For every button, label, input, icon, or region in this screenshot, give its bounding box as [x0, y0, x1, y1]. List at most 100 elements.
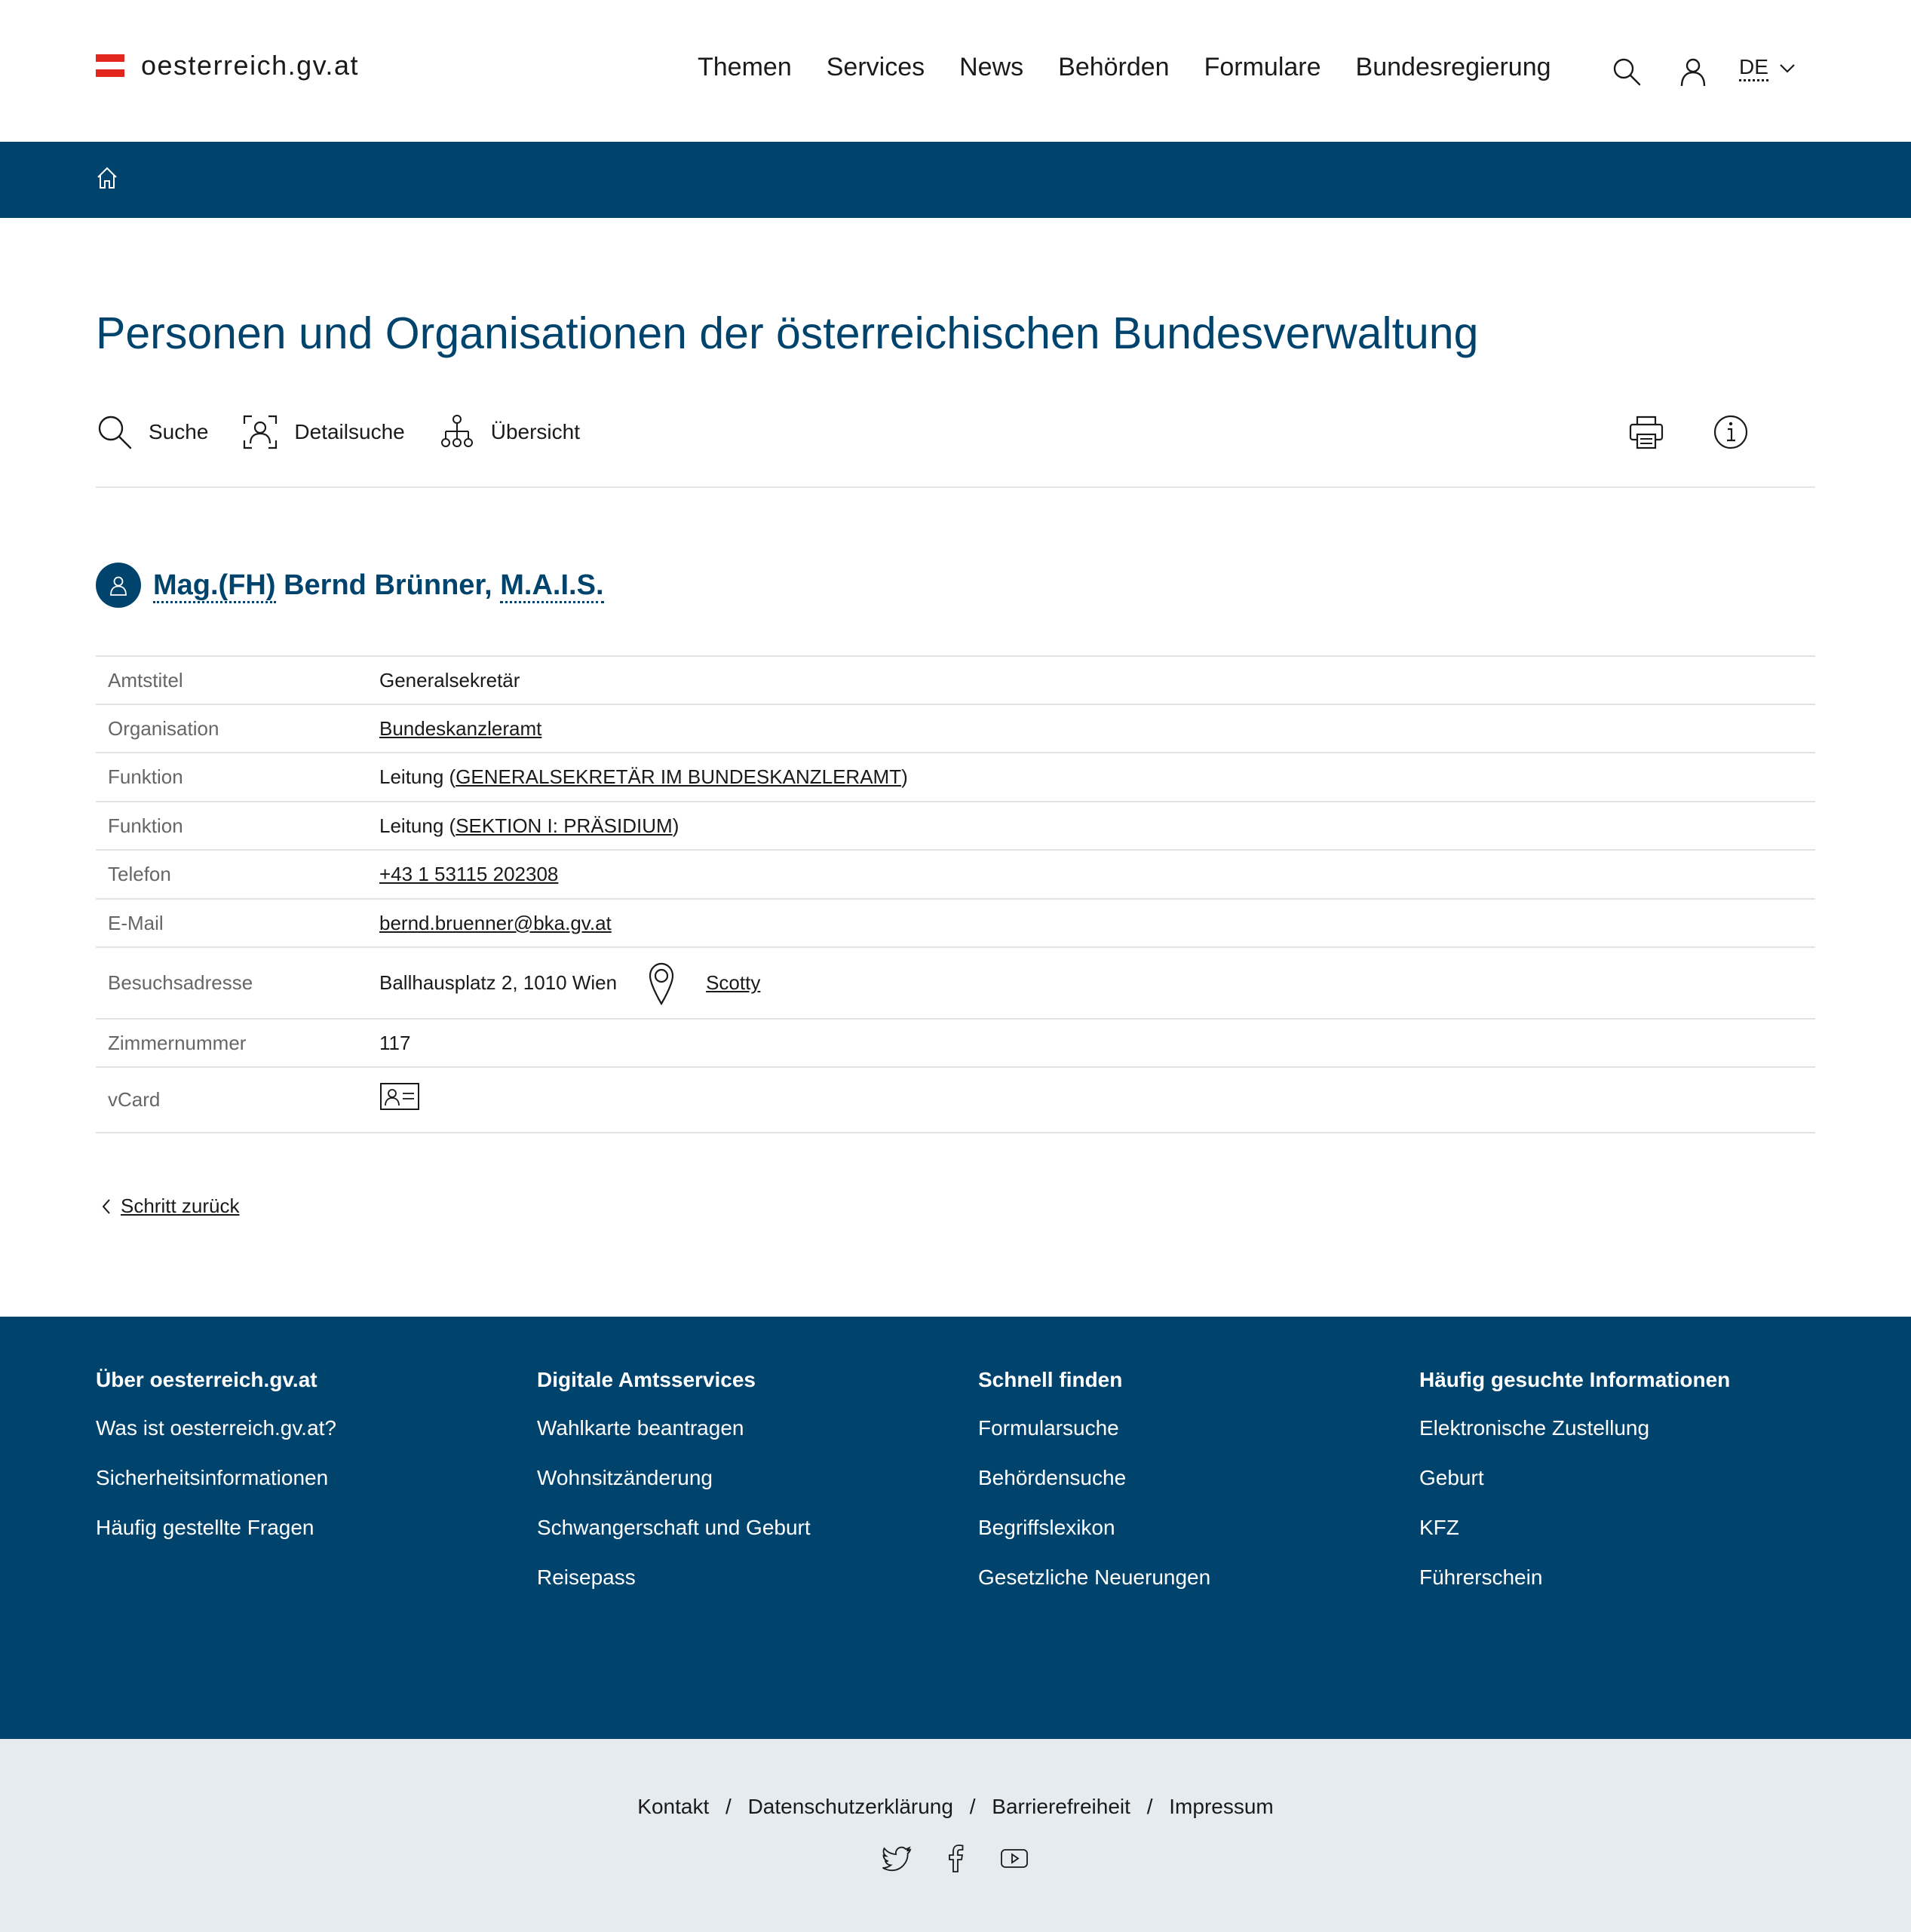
footer-link[interactable]: Reisepass: [537, 1566, 811, 1590]
adresse-label: Besuchsadresse: [108, 971, 253, 994]
footer-link[interactable]: Häufig gestellte Fragen: [96, 1516, 336, 1540]
youtube-icon[interactable]: [999, 1843, 1029, 1873]
email-link[interactable]: bernd.bruenner@bka.gv.at: [379, 912, 612, 934]
footer-link[interactable]: Geburt: [1419, 1466, 1730, 1490]
footer-link[interactable]: Wahlkarte beantragen: [537, 1416, 811, 1440]
footer-col-services: Digitale Amtsservices Wahlkarte beantrag…: [537, 1368, 811, 1615]
amtstitel-label: Amtstitel: [108, 668, 183, 692]
scotty-link[interactable]: Scotty: [706, 971, 760, 995]
footer-col-title: Häufig gesuchte Informationen: [1419, 1368, 1731, 1391]
footer-link[interactable]: Begriffslexikon: [978, 1516, 1210, 1540]
footer-link[interactable]: Gesetzliche Neuerungen: [978, 1566, 1210, 1590]
person-details-table: Amtstitel Generalsekretär Organisation B…: [96, 655, 1815, 1133]
overview-tool[interactable]: Übersicht: [438, 413, 580, 451]
toolbar: Suche Detailsuche Übersicht: [96, 413, 613, 451]
nav-news[interactable]: News: [959, 53, 1023, 82]
austria-flag-icon: [96, 54, 124, 77]
table-row: E-Mail bernd.bruenner@bka.gv.at: [96, 899, 1815, 947]
search-icon: [98, 416, 132, 449]
detail-search-label: Detailsuche: [294, 420, 405, 443]
footer-col-frequent: Häufig gesuchte Informationen Elektronis…: [1419, 1368, 1730, 1615]
legal-links: Kontakt / Datenschutzerklärung / Barrier…: [0, 1795, 1911, 1819]
legal-footer: Kontakt / Datenschutzerklärung / Barrier…: [0, 1739, 1911, 1932]
search-tool[interactable]: Suche: [96, 413, 208, 451]
footer-col-about: Über oesterreich.gv.at Was ist oesterrei…: [96, 1368, 336, 1566]
org-chart-icon: [440, 415, 473, 447]
print-icon[interactable]: [1627, 413, 1665, 451]
footer-link[interactable]: Behördensuche: [978, 1466, 1210, 1490]
table-row: Telefon +43 1 53115 202308: [96, 850, 1815, 899]
funktion-value: Leitung (SEKTION I: PRÄSIDIUM): [379, 802, 1815, 850]
footer-link[interactable]: Sicherheitsinformationen: [96, 1466, 336, 1490]
user-icon[interactable]: [1677, 56, 1709, 87]
info-icon[interactable]: [1712, 413, 1750, 451]
site-header: oesterreich.gv.at Themen Services News B…: [0, 0, 1911, 142]
funktion-prefix: Leitung (: [379, 814, 456, 837]
facebook-icon[interactable]: [940, 1843, 971, 1873]
search-tool-label: Suche: [149, 420, 209, 443]
footer-link[interactable]: KFZ: [1419, 1516, 1730, 1540]
legal-separator: /: [969, 1795, 976, 1818]
person-name: Mag.(FH) Bernd Brünner, M.A.I.S.: [153, 569, 604, 603]
table-row: Organisation Bundeskanzleramt: [96, 704, 1815, 753]
legal-separator: /: [725, 1795, 732, 1818]
person-full-name: Bernd Brünner,: [284, 569, 492, 601]
footer-link[interactable]: Was ist oesterreich.gv.at?: [96, 1416, 336, 1440]
detail-search-tool[interactable]: Detailsuche: [241, 413, 405, 451]
funktion-label: Funktion: [108, 765, 183, 788]
funktion-suffix: ): [901, 765, 908, 788]
footer-link[interactable]: Führerschein: [1419, 1566, 1730, 1590]
email-label: E-Mail: [108, 911, 164, 934]
page-title: Personen und Organisationen der österrei…: [96, 308, 1479, 358]
legal-link-barrierefreiheit[interactable]: Barrierefreiheit: [992, 1795, 1130, 1818]
overview-label: Übersicht: [490, 420, 580, 443]
legal-link-kontakt[interactable]: Kontakt: [637, 1795, 709, 1818]
organisation-link[interactable]: Bundeskanzleramt: [379, 717, 541, 740]
language-selector[interactable]: DE: [1739, 55, 1796, 81]
funktion-suffix: ): [672, 814, 679, 837]
breadcrumb: [0, 142, 1911, 218]
face-scan-icon: [244, 415, 278, 449]
zimmer-label: Zimmernummer: [108, 1031, 247, 1054]
chevron-down-icon: [1780, 64, 1795, 73]
nav-behoerden[interactable]: Behörden: [1058, 53, 1169, 82]
footer-link[interactable]: Wohnsitzänderung: [537, 1466, 811, 1490]
footer-col-title: Digitale Amtsservices: [537, 1368, 756, 1391]
site-footer: Über oesterreich.gv.at Was ist oesterrei…: [0, 1317, 1911, 1739]
footer-col-title: Über oesterreich.gv.at: [96, 1368, 317, 1391]
funktion-link-generalsekretaer[interactable]: GENERALSEKRETÄR IM BUNDESKANZLERAMT: [456, 765, 901, 788]
funktion-prefix: Leitung (: [379, 765, 456, 788]
chevron-left-icon: [102, 1198, 110, 1214]
legal-separator: /: [1146, 1795, 1153, 1818]
adresse-value: Ballhausplatz 2, 1010 Wien: [379, 971, 618, 994]
zimmer-value: 117: [379, 1031, 411, 1054]
nav-bundesregierung[interactable]: Bundesregierung: [1356, 53, 1551, 82]
map-pin-icon[interactable]: [647, 961, 676, 1006]
funktion-value: Leitung (GENERALSEKRETÄR IM BUNDESKANZLE…: [379, 753, 1815, 802]
footer-link[interactable]: Formularsuche: [978, 1416, 1210, 1440]
search-icon[interactable]: [1611, 56, 1643, 87]
avatar: [96, 563, 141, 608]
divider: [96, 486, 1815, 488]
logo-text: oesterreich.gv.at: [141, 50, 359, 81]
site-logo[interactable]: oesterreich.gv.at: [96, 50, 359, 81]
table-row: vCard: [96, 1067, 1815, 1133]
vcard-icon[interactable]: [379, 1082, 420, 1112]
person-title-prefix: Mag.(FH): [153, 569, 276, 603]
telefon-link[interactable]: +43 1 53115 202308: [379, 863, 558, 885]
nav-themen[interactable]: Themen: [698, 53, 792, 82]
footer-link[interactable]: Schwangerschaft und Geburt: [537, 1516, 811, 1540]
nav-services[interactable]: Services: [827, 53, 925, 82]
address-cell: Ballhausplatz 2, 1010 Wien Scotty: [379, 961, 1815, 1006]
person-icon: [110, 576, 127, 596]
twitter-icon[interactable]: [882, 1843, 912, 1873]
home-icon[interactable]: [96, 166, 118, 190]
table-row: Besuchsadresse Ballhausplatz 2, 1010 Wie…: [96, 947, 1815, 1019]
nav-formulare[interactable]: Formulare: [1204, 53, 1321, 82]
funktion-link-praesidium[interactable]: SEKTION I: PRÄSIDIUM: [456, 814, 673, 837]
legal-link-datenschutz[interactable]: Datenschutzerklärung: [748, 1795, 953, 1818]
legal-link-impressum[interactable]: Impressum: [1169, 1795, 1273, 1818]
table-row: Funktion Leitung (SEKTION I: PRÄSIDIUM): [96, 802, 1815, 850]
footer-link[interactable]: Elektronische Zustellung: [1419, 1416, 1730, 1440]
back-link[interactable]: Schritt zurück: [101, 1194, 240, 1218]
